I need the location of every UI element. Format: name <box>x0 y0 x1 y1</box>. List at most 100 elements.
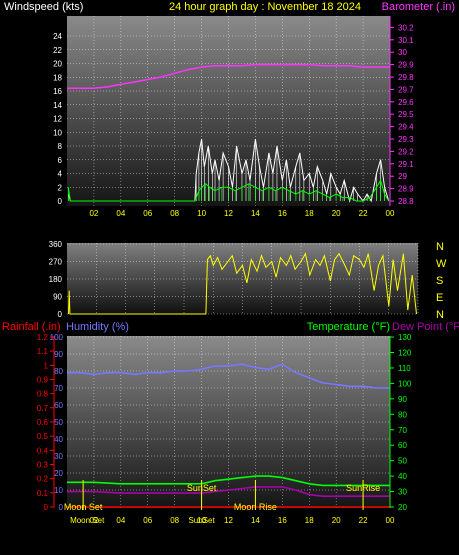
temperature-tick-label: 20 <box>398 503 407 512</box>
compass-labels: NWSEN <box>436 241 447 321</box>
humidity-axis-ticks: 0 10 20 30 40 50 60 70 80 90 100 <box>50 333 64 512</box>
temperature-tick-label: 30 <box>398 488 407 497</box>
humidity-tick-label: 100 <box>50 333 64 342</box>
rainfall-tick-label: 1.1 <box>37 347 49 356</box>
temperature-tick-label: 100 <box>398 379 412 388</box>
barometer-tick-label: 29.1 <box>398 160 414 169</box>
barometer-axis-title: Barometer (.in) <box>382 1 455 13</box>
annotation-label: SunRise <box>346 483 380 493</box>
wind-tick-label: 4 <box>58 170 63 179</box>
rainfall-tick-label: 0.9 <box>37 375 49 384</box>
wind-tick-label: 16 <box>53 87 62 96</box>
rainfall-tick-label: 0 <box>44 503 49 512</box>
wind-tick-label: 20 <box>53 60 62 69</box>
barometer-tick-label: 29.9 <box>398 61 414 70</box>
p3-hour-label: 14 <box>251 516 260 525</box>
barometer-tick-label: 29.5 <box>398 110 414 119</box>
wind-tick-label: 22 <box>53 46 62 55</box>
humidity-tick-label: 50 <box>54 418 63 427</box>
p1-hour-label: 12 <box>224 209 233 218</box>
wind-axis-ticks: 024681012141618202224 <box>53 32 62 206</box>
temperature-axis-title: Temperature (°F) <box>307 321 390 333</box>
barometer-axis-ticks: 28.8 28.9 29 29.1 29.2 29.3 29.4 29.5 29.6 29.7 29… <box>390 23 414 206</box>
p3-hour-label: 20 <box>332 516 341 525</box>
p3-hour-label: 22 <box>359 516 368 525</box>
direction-tick-label: 180 <box>49 275 63 284</box>
p1-hour-label: 02 <box>89 209 98 218</box>
barometer-tick-label: 30.1 <box>398 36 414 45</box>
direction-tick-label: 270 <box>49 258 63 267</box>
p1-hour-label: 04 <box>116 209 125 218</box>
temperature-tick-label: 130 <box>398 333 412 342</box>
wind-tick-label: 10 <box>53 128 62 137</box>
humidity-tick-label: 10 <box>54 486 63 495</box>
p1-hour-label: 22 <box>359 209 368 218</box>
p1-hour-label: 14 <box>251 209 260 218</box>
rainfall-tick-label: 0.7 <box>37 404 49 413</box>
wind-tick-label: 14 <box>53 101 62 110</box>
p1-hour-label: 00 <box>386 209 395 218</box>
rainfall-axis-ticks: 0 0.1 0.2 0.3 0.4 0.5 0.6 0.7 0.8 0.9 1 1.1 1.2 <box>37 333 54 512</box>
wind-tick-label: 0 <box>58 197 63 206</box>
annotation-label: Moon Rise <box>234 502 277 512</box>
chart-title: 24 hour graph day : November 18 2024 <box>169 1 361 13</box>
p3-hour-label: 04 <box>116 516 125 525</box>
p3-hour-label: 12 <box>224 516 233 525</box>
barometer-tick-label: 29.6 <box>398 98 414 107</box>
wind-tick-label: 2 <box>58 183 63 192</box>
humidity-tick-label: 20 <box>54 469 63 478</box>
p1-hour-label: 20 <box>332 209 341 218</box>
barometer-tick-label: 30 <box>398 48 407 57</box>
rainfall-tick-label: 1.2 <box>37 333 49 342</box>
p3-hour-label: 06 <box>143 516 152 525</box>
wind-tick-label: 6 <box>58 156 63 165</box>
temperature-tick-label: 120 <box>398 349 412 358</box>
p3-hour-label: 08 <box>170 516 179 525</box>
wind-barometer-panel: 024681012141618202224 28.828.92929.129.2… <box>53 16 414 218</box>
wind-direction-panel: 0 90 180 270 360 NWSEN <box>49 240 447 321</box>
rainfall-tick-label: 1 <box>44 361 49 370</box>
humidity-tick-label: 60 <box>54 401 63 410</box>
humidity-tick-label: 40 <box>54 435 63 444</box>
direction-tick-label: 360 <box>49 240 63 249</box>
wind-tick-label: 18 <box>53 73 62 82</box>
compass-label: N <box>436 241 444 253</box>
barometer-tick-label: 29 <box>398 172 407 181</box>
humidity-axis-title: Humidity (%) <box>66 321 129 333</box>
bottom-annotation-label: SunSet <box>188 516 215 525</box>
temperature-tick-label: 80 <box>398 410 407 419</box>
annotation-label: Moon Set <box>64 502 103 512</box>
direction-tick-label: 90 <box>53 293 62 302</box>
barometer-tick-label: 28.9 <box>398 185 414 194</box>
direction-tick-label: 0 <box>58 310 63 319</box>
p3-hour-label: 16 <box>278 516 287 525</box>
rainfall-tick-label: 0.6 <box>37 418 49 427</box>
p1-hour-label: 10 <box>197 209 206 218</box>
compass-label: S <box>436 275 443 287</box>
wind-tick-label: 8 <box>58 142 63 151</box>
barometer-tick-label: 29.7 <box>398 85 414 94</box>
temperature-tick-label: 60 <box>398 441 407 450</box>
compass-label: N <box>436 309 444 321</box>
temperature-tick-label: 90 <box>398 395 407 404</box>
rainfall-axis-title: Rainfall (.in) <box>2 321 61 333</box>
bottom-annotation-label: Moon Set <box>70 516 105 525</box>
humidity-tick-label: 70 <box>54 384 63 393</box>
temperature-humidity-panel: 0 0.1 0.2 0.3 0.4 0.5 0.6 0.7 0.8 0.9 1 1.1 1.2 0 10 2… <box>37 333 412 525</box>
p1-hour-label: 16 <box>278 209 287 218</box>
p3-hour-label: 00 <box>386 516 395 525</box>
direction-degree-ticks: 0 90 180 270 360 <box>49 240 63 319</box>
humidity-tick-label: 0 <box>59 503 64 512</box>
panel1-x-ticks: 02 04 06 08 10 12 14 16 18 20 22 00 <box>89 209 395 218</box>
rainfall-tick-label: 0.5 <box>37 432 49 441</box>
humidity-tick-label: 30 <box>54 452 63 461</box>
compass-label: W <box>436 258 447 270</box>
wind-tick-label: 24 <box>53 32 62 41</box>
temperature-tick-label: 40 <box>398 472 407 481</box>
barometer-tick-label: 30.2 <box>398 23 414 32</box>
rainfall-tick-label: 0.8 <box>37 390 49 399</box>
rainfall-tick-label: 0.1 <box>37 489 49 498</box>
wind-axis-title: Windspeed (kts) <box>4 1 83 13</box>
temperature-tick-label: 110 <box>398 364 411 373</box>
panel3-x-ticks: 02 04 06 08 10 12 14 16 18 20 22 00 <box>89 516 395 525</box>
